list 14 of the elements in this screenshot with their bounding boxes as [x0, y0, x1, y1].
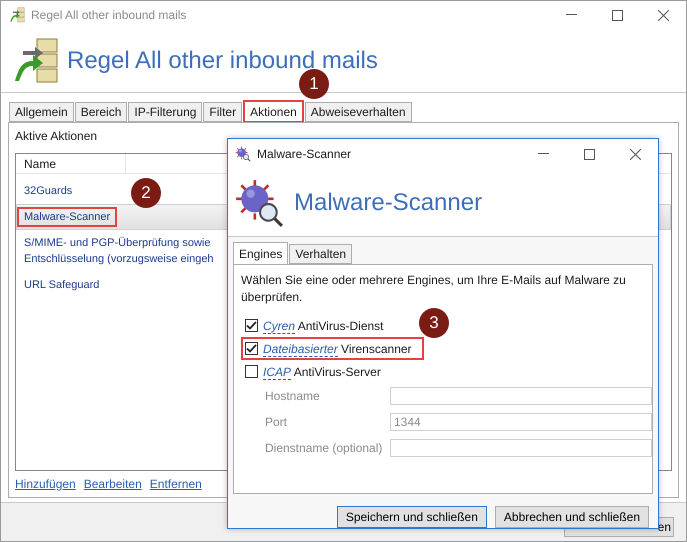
window-title: Regel All other inbound mails — [31, 8, 186, 22]
field-label: Port — [265, 415, 288, 429]
dialog-title: Malware-Scanner — [257, 147, 352, 161]
section-label: Aktive Aktionen — [15, 129, 98, 143]
checkbox-label: Cyren AntiVirus-Dienst — [263, 318, 384, 332]
field-label: Hostname — [265, 389, 321, 403]
field-label: Dienstname (optional) — [265, 441, 384, 455]
dialog-heading: Malware-Scanner — [294, 188, 482, 216]
step-badge: 1 — [299, 69, 329, 99]
description-text: Wählen Sie eine oder mehrere Engines, um Ihre E-Mails auf Malware zu überprüfen. — [241, 272, 627, 306]
checkbox-label: ICAP AntiVirus-Server — [263, 364, 381, 378]
row-text: Malware-Scanner — [17, 207, 118, 227]
step-badge: 2 — [131, 178, 161, 208]
checkbox-label: Dateibasierter Virenscanner — [263, 342, 412, 356]
